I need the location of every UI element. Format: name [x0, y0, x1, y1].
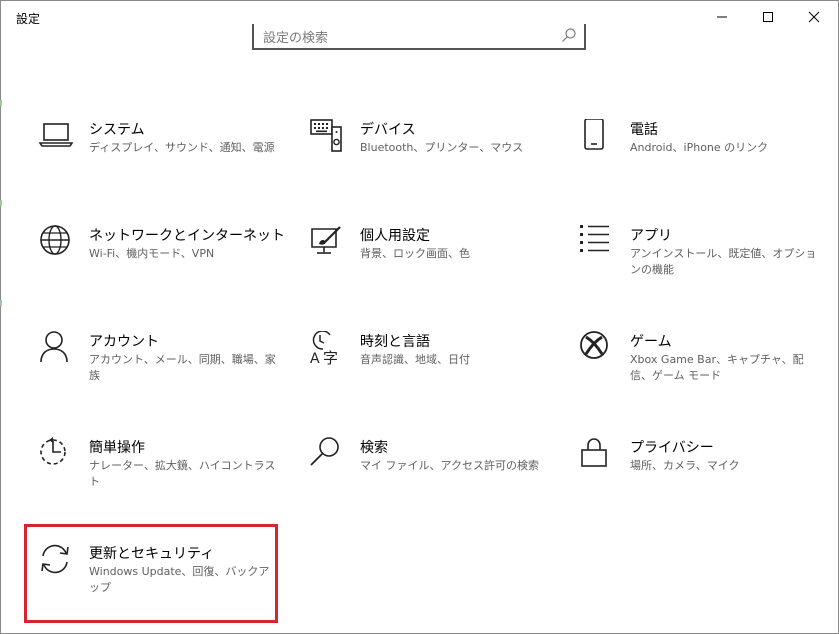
tile-accounts[interactable]: アカウント アカウント、メール、同期、職場、家族 — [39, 331, 289, 413]
tile-name: アカウント — [89, 334, 159, 350]
tile-phone[interactable]: 電話 Android、iPhone のリンク — [580, 119, 830, 201]
search-input[interactable]: 設定の検索 — [252, 24, 586, 50]
side-edge-mark — [0, 100, 2, 106]
minimize-button[interactable] — [699, 1, 745, 33]
laptop-icon — [39, 123, 73, 147]
tile-apps[interactable]: アプリ アンインストール、既定値、オプションの機能 — [580, 225, 830, 307]
tile-description: アンインストール、既定値、オプションの機能 — [630, 247, 817, 276]
tile-name: 時刻と言語 — [360, 334, 430, 350]
tile-ease-of-access[interactable]: 簡単操作 ナレーター、拡大鏡、ハイコントラスト — [39, 437, 289, 519]
tile-devices[interactable]: デバイス Bluetooth、プリンター、マウス — [310, 119, 560, 201]
tile-name: プライバシー — [630, 440, 714, 456]
window-title: 設定 — [16, 12, 41, 26]
highlight-box — [24, 524, 278, 623]
maximize-button[interactable] — [745, 1, 791, 33]
tile-name: ゲーム — [630, 334, 672, 350]
devices-icon — [310, 119, 342, 152]
tile-description: アカウント、メール、同期、職場、家族 — [89, 353, 276, 382]
minimize-icon — [717, 16, 727, 18]
side-edge-mark — [0, 300, 2, 306]
close-button[interactable] — [791, 1, 837, 33]
tile-system[interactable]: システム ディスプレイ、サウンド、通知、電源 — [39, 119, 289, 201]
tile-name: 個人用設定 — [360, 228, 430, 244]
tile-name: アプリ — [630, 228, 672, 244]
person-icon — [40, 331, 68, 363]
tile-description: ディスプレイ、サウンド、通知、電源 — [89, 141, 275, 154]
tile-search[interactable]: 検索 マイ ファイル、アクセス許可の検索 — [310, 437, 560, 519]
maximize-icon — [763, 12, 773, 22]
xbox-icon — [580, 331, 608, 359]
tile-name: システム — [89, 122, 145, 138]
phone-icon — [584, 119, 604, 150]
tile-personalization[interactable]: 個人用設定 背景、ロック画面、色 — [310, 225, 560, 307]
side-edge-mark — [0, 200, 2, 206]
tile-description: 背景、ロック画面、色 — [360, 247, 470, 260]
tile-gaming[interactable]: ゲーム Xbox Game Bar、キャプチャ、配信、ゲーム モード — [580, 331, 830, 413]
tile-description: Bluetooth、プリンター、マウス — [360, 141, 524, 154]
tile-network[interactable]: ネットワークとインターネット Wi-Fi、機内モード、VPN — [39, 225, 289, 307]
svg-text:A: A — [310, 351, 320, 365]
search-icon — [310, 437, 339, 466]
personalization-icon — [311, 226, 341, 254]
search-placeholder: 設定の検索 — [263, 31, 329, 46]
search-box-icon — [562, 28, 576, 42]
time-language-icon: A 字 — [310, 331, 338, 365]
tile-name: デバイス — [360, 122, 416, 138]
tile-time-language[interactable]: A 字 時刻と言語 音声認識、地域、日付 — [310, 331, 560, 413]
tile-name: ネットワークとインターネット — [89, 228, 285, 244]
tile-description: Android、iPhone のリンク — [630, 141, 769, 154]
tile-name: 簡単操作 — [89, 440, 145, 456]
close-icon — [808, 11, 820, 23]
svg-text:字: 字 — [323, 349, 338, 365]
lock-icon — [581, 438, 607, 467]
tile-description: 音声認識、地域、日付 — [360, 353, 470, 366]
apps-list-icon — [580, 225, 609, 252]
tile-privacy[interactable]: プライバシー 場所、カメラ、マイク — [580, 437, 830, 519]
tile-description: マイ ファイル、アクセス許可の検索 — [360, 459, 539, 472]
tile-name: 電話 — [630, 122, 658, 138]
tile-name: 検索 — [360, 440, 388, 456]
tile-description: ナレーター、拡大鏡、ハイコントラスト — [89, 459, 276, 488]
tile-description: 場所、カメラ、マイク — [630, 459, 740, 472]
ease-of-access-icon — [40, 437, 66, 465]
globe-icon — [40, 225, 70, 255]
tile-description: Xbox Game Bar、キャプチャ、配信、ゲーム モード — [630, 353, 804, 382]
tile-description: Wi-Fi、機内モード、VPN — [89, 247, 215, 260]
